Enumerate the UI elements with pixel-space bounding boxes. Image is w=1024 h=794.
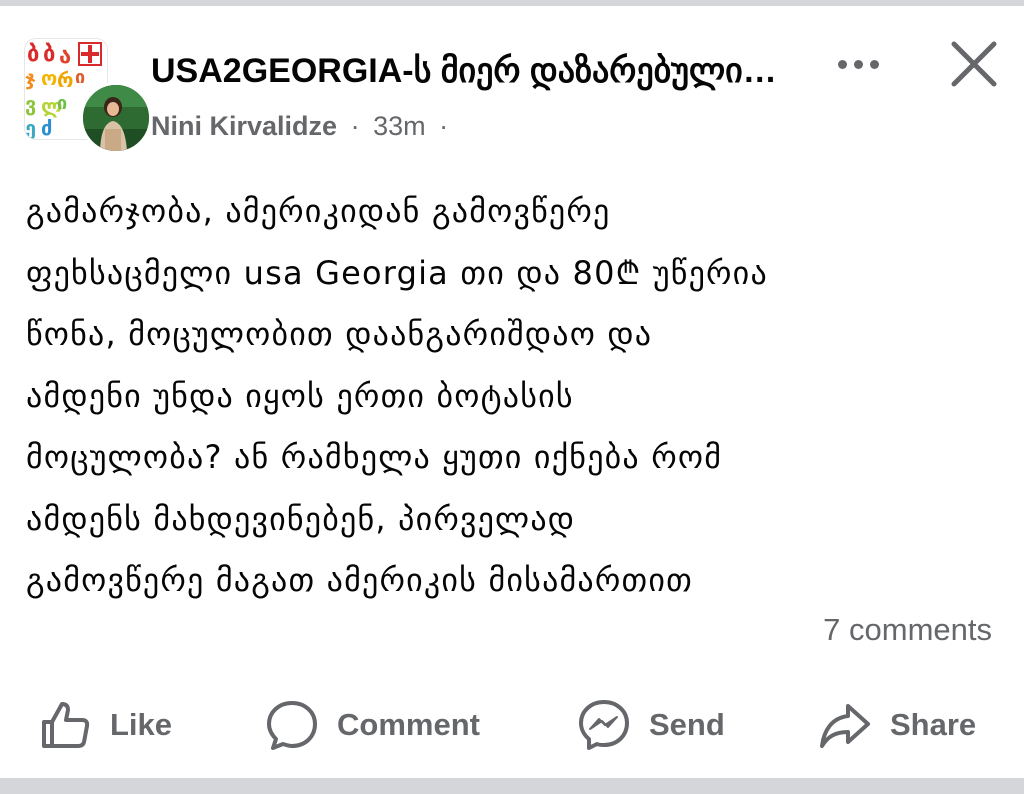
post-meta: Nini Kirvalidze · 33m ·	[151, 106, 454, 146]
close-icon	[951, 41, 997, 87]
svg-text:რ: რ	[57, 68, 73, 92]
like-label: Like	[110, 707, 173, 742]
more-horizontal-icon	[837, 59, 847, 69]
post-card: ბ ბ ა ჯ ო რ ი ვ ლ ი ე ძ USA2GEORGIA-ს მი…	[0, 6, 1024, 778]
svg-text:ჯ: ჯ	[25, 66, 36, 90]
svg-text:ა: ა	[59, 44, 71, 69]
post-actions-bar: Like Comment Send Share	[0, 690, 1024, 760]
share-arrow-icon	[820, 704, 870, 748]
svg-text:ბ: ბ	[27, 42, 39, 67]
group-name-link[interactable]: USA2GEORGIA-ს მიერ დაზარებული…	[151, 46, 801, 96]
close-button[interactable]	[944, 34, 1004, 94]
share-label: Share	[890, 707, 977, 742]
svg-text:ე: ე	[25, 116, 36, 139]
send-label: Send	[649, 707, 725, 742]
more-horizontal-icon-dot	[853, 59, 863, 69]
author-avatar[interactable]	[80, 82, 152, 154]
svg-text:ბ: ბ	[43, 42, 55, 67]
post-body-text: გამარჯობა, ამერიკიდან გამოვწერე ფეხსაცმე…	[26, 192, 768, 599]
like-button[interactable]: Like	[38, 690, 172, 760]
messenger-icon	[579, 700, 629, 750]
comments-count-link[interactable]: 7 comments	[823, 608, 992, 652]
meta-separator-trailing: ·	[439, 111, 449, 141]
svg-text:ძ: ძ	[41, 116, 52, 139]
comment-button[interactable]: Comment	[265, 690, 480, 760]
more-horizontal-icon-dot	[869, 59, 879, 69]
send-button[interactable]: Send	[577, 690, 725, 760]
share-button[interactable]: Share	[818, 690, 976, 760]
bottom-divider	[0, 778, 1024, 794]
comment-label: Comment	[337, 707, 480, 742]
more-options-button[interactable]	[826, 42, 890, 86]
avatar-group[interactable]: ბ ბ ა ჯ ო რ ი ვ ლ ი ე ძ	[24, 38, 152, 154]
svg-text:ი: ი	[57, 93, 67, 114]
author-name-link[interactable]: Nini Kirvalidze	[151, 111, 337, 141]
meta-separator: ·	[350, 111, 360, 141]
thumbs-up-icon	[42, 702, 90, 748]
post-timestamp[interactable]: 33m	[373, 111, 426, 141]
comment-bubble-icon	[267, 701, 317, 750]
svg-text:ვ: ვ	[25, 92, 36, 116]
svg-text:ო: ო	[41, 66, 57, 90]
svg-text:ი: ი	[75, 67, 85, 88]
